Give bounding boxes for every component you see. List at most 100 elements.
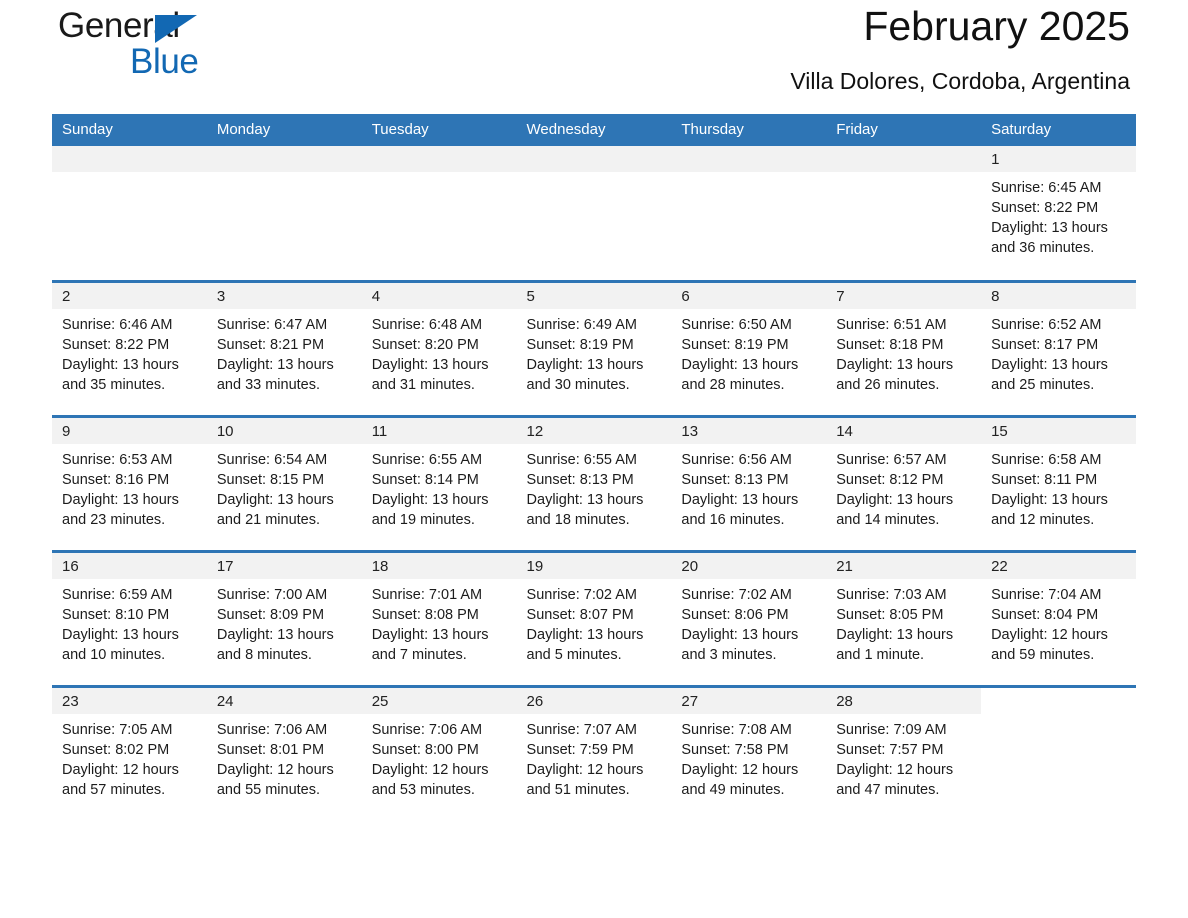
calendar-day-cell[interactable]: 18 Sunrise: 7:01 AM Sunset: 8:08 PM Dayl… xyxy=(361,549,517,686)
daylight-text-line2: and 1 minute. xyxy=(836,646,925,663)
page-subtitle: Villa Dolores, Cordoba, Argentina xyxy=(790,68,1130,94)
day-details: Sunrise: 6:53 AM Sunset: 8:16 PM Dayligh… xyxy=(52,444,207,530)
calendar-day-cell[interactable]: 14 Sunrise: 6:57 AM Sunset: 8:12 PM Dayl… xyxy=(826,414,982,551)
calendar-day-cell[interactable]: 13 Sunrise: 6:56 AM Sunset: 8:13 PM Dayl… xyxy=(671,414,827,551)
sunset-text: Sunset: 8:21 PM xyxy=(216,336,325,353)
calendar-day-cell[interactable]: 12 Sunrise: 6:55 AM Sunset: 8:13 PM Dayl… xyxy=(516,414,672,551)
day-number: 3 xyxy=(206,282,362,309)
calendar-day-cell[interactable]: 21 Sunrise: 7:03 AM Sunset: 8:05 PM Dayl… xyxy=(826,549,982,686)
brand-logo[interactable]: General Blue xyxy=(58,6,258,84)
day-number xyxy=(516,146,672,172)
calendar-day-cell[interactable] xyxy=(671,146,827,281)
day-cell-inner: 6 Sunrise: 6:50 AM Sunset: 8:19 PM Dayli… xyxy=(671,282,827,395)
calendar-header-row: Sunday Monday Tuesday Wednesday Thursday… xyxy=(52,114,1136,146)
day-cell-inner: 19 Sunrise: 7:02 AM Sunset: 8:07 PM Dayl… xyxy=(516,552,672,665)
day-number: 14 xyxy=(826,417,982,444)
calendar-day-cell[interactable]: 1 Sunrise: 6:45 AM Sunset: 8:22 PM Dayli… xyxy=(981,146,1136,281)
calendar-day-cell[interactable] xyxy=(826,146,982,281)
calendar-day-cell[interactable] xyxy=(361,146,517,281)
daylight-text-line1: Daylight: 13 hours xyxy=(836,491,954,508)
calendar-day-cell[interactable]: 27 Sunrise: 7:08 AM Sunset: 7:58 PM Dayl… xyxy=(671,684,827,806)
day-details: Sunrise: 6:55 AM Sunset: 8:13 PM Dayligh… xyxy=(517,444,672,530)
day-cell-inner: 5 Sunrise: 6:49 AM Sunset: 8:19 PM Dayli… xyxy=(516,282,672,395)
day-number: 19 xyxy=(516,552,672,579)
sunset-text: Sunset: 8:14 PM xyxy=(371,471,479,488)
sunrise-text: Sunrise: 7:00 AM xyxy=(216,586,328,603)
weekday-header-tuesday: Tuesday xyxy=(361,114,517,146)
daylight-text-line1: Daylight: 12 hours xyxy=(991,626,1108,643)
day-details: Sunrise: 6:56 AM Sunset: 8:13 PM Dayligh… xyxy=(671,444,826,530)
day-details xyxy=(207,172,362,178)
weekday-header-wednesday: Wednesday xyxy=(516,114,672,146)
sunrise-text: Sunrise: 6:50 AM xyxy=(681,316,792,333)
calendar-day-cell[interactable]: 9 Sunrise: 6:53 AM Sunset: 8:16 PM Dayli… xyxy=(52,414,207,551)
calendar-day-cell[interactable]: 2 Sunrise: 6:46 AM Sunset: 8:22 PM Dayli… xyxy=(52,279,207,416)
daylight-text-line1: Daylight: 13 hours xyxy=(62,491,179,508)
calendar-day-cell[interactable]: 5 Sunrise: 6:49 AM Sunset: 8:19 PM Dayli… xyxy=(516,279,672,416)
day-number: 25 xyxy=(361,687,517,714)
day-number: 27 xyxy=(671,687,827,714)
calendar-day-cell[interactable]: 17 Sunrise: 7:00 AM Sunset: 8:09 PM Dayl… xyxy=(206,549,362,686)
daylight-text-line2: and 55 minutes. xyxy=(216,781,321,798)
calendar-day-cell[interactable] xyxy=(516,146,672,281)
day-cell-inner: 25 Sunrise: 7:06 AM Sunset: 8:00 PM Dayl… xyxy=(361,687,517,800)
day-cell-inner: 17 Sunrise: 7:00 AM Sunset: 8:09 PM Dayl… xyxy=(206,552,362,665)
calendar-day-cell[interactable]: 28 Sunrise: 7:09 AM Sunset: 7:57 PM Dayl… xyxy=(826,684,982,806)
calendar-day-cell[interactable]: 26 Sunrise: 7:07 AM Sunset: 7:59 PM Dayl… xyxy=(516,684,672,806)
day-details xyxy=(517,172,672,178)
day-number: 21 xyxy=(826,552,982,579)
calendar-week-row: 16 Sunrise: 6:59 AM Sunset: 8:10 PM Dayl… xyxy=(52,549,1136,686)
day-number: 12 xyxy=(516,417,672,444)
page-masthead: General Blue February 2025 Villa Dolores… xyxy=(52,0,1136,108)
daylight-text-line2: and 5 minutes. xyxy=(526,646,622,663)
day-details: Sunrise: 7:06 AM Sunset: 8:00 PM Dayligh… xyxy=(362,714,517,800)
daylight-text-line1: Daylight: 13 hours xyxy=(836,626,954,643)
day-cell-inner: 8 Sunrise: 6:52 AM Sunset: 8:17 PM Dayli… xyxy=(981,282,1136,395)
calendar-day-cell[interactable]: 19 Sunrise: 7:02 AM Sunset: 8:07 PM Dayl… xyxy=(516,549,672,686)
calendar-day-cell[interactable] xyxy=(206,146,362,281)
weekday-header-thursday: Thursday xyxy=(671,114,827,146)
daylight-text-line2: and 47 minutes. xyxy=(836,781,940,798)
calendar-day-cell[interactable]: 15 Sunrise: 6:58 AM Sunset: 8:11 PM Dayl… xyxy=(981,414,1136,551)
calendar-day-cell[interactable]: 22 Sunrise: 7:04 AM Sunset: 8:04 PM Dayl… xyxy=(981,549,1136,686)
day-number: 10 xyxy=(206,417,362,444)
sunrise-text: Sunrise: 6:49 AM xyxy=(526,316,637,333)
calendar-day-cell[interactable]: 6 Sunrise: 6:50 AM Sunset: 8:19 PM Dayli… xyxy=(671,279,827,416)
calendar-day-cell[interactable]: 3 Sunrise: 6:47 AM Sunset: 8:21 PM Dayli… xyxy=(206,279,362,416)
calendar-day-cell[interactable]: 7 Sunrise: 6:51 AM Sunset: 8:18 PM Dayli… xyxy=(826,279,982,416)
day-number: 13 xyxy=(671,417,827,444)
day-number xyxy=(826,146,982,172)
calendar-day-cell[interactable]: 24 Sunrise: 7:06 AM Sunset: 8:01 PM Dayl… xyxy=(206,684,362,806)
calendar-day-cell[interactable]: 11 Sunrise: 6:55 AM Sunset: 8:14 PM Dayl… xyxy=(361,414,517,551)
day-number: 22 xyxy=(981,552,1136,579)
daylight-text-line2: and 12 minutes. xyxy=(991,511,1095,528)
calendar-day-cell[interactable]: 25 Sunrise: 7:06 AM Sunset: 8:00 PM Dayl… xyxy=(361,684,517,806)
day-cell-inner: 15 Sunrise: 6:58 AM Sunset: 8:11 PM Dayl… xyxy=(981,417,1136,530)
day-cell-inner xyxy=(361,146,517,178)
day-number: 23 xyxy=(52,687,207,714)
daylight-text-line1: Daylight: 12 hours xyxy=(371,761,489,778)
day-number: 18 xyxy=(361,552,517,579)
daylight-text-line2: and 30 minutes. xyxy=(526,376,630,393)
calendar-day-cell[interactable]: 23 Sunrise: 7:05 AM Sunset: 8:02 PM Dayl… xyxy=(52,684,207,806)
day-cell-inner: 20 Sunrise: 7:02 AM Sunset: 8:06 PM Dayl… xyxy=(671,552,827,665)
sunset-text: Sunset: 8:02 PM xyxy=(62,741,170,758)
calendar-day-cell[interactable]: 8 Sunrise: 6:52 AM Sunset: 8:17 PM Dayli… xyxy=(981,279,1136,416)
day-cell-inner: 1 Sunrise: 6:45 AM Sunset: 8:22 PM Dayli… xyxy=(981,146,1136,258)
calendar-day-cell[interactable]: 16 Sunrise: 6:59 AM Sunset: 8:10 PM Dayl… xyxy=(52,549,207,686)
daylight-text-line1: Daylight: 13 hours xyxy=(216,626,334,643)
calendar-day-cell[interactable]: 10 Sunrise: 6:54 AM Sunset: 8:15 PM Dayl… xyxy=(206,414,362,551)
day-cell-inner xyxy=(52,146,207,178)
calendar-day-cell[interactable]: 4 Sunrise: 6:48 AM Sunset: 8:20 PM Dayli… xyxy=(361,279,517,416)
sunrise-text: Sunrise: 6:57 AM xyxy=(836,451,947,468)
day-number: 9 xyxy=(52,417,207,444)
day-cell-inner: 2 Sunrise: 6:46 AM Sunset: 8:22 PM Dayli… xyxy=(52,282,207,395)
daylight-text-line1: Daylight: 13 hours xyxy=(371,356,489,373)
sunset-text: Sunset: 8:13 PM xyxy=(526,471,634,488)
calendar-day-cell[interactable] xyxy=(981,684,1136,806)
day-number: 4 xyxy=(361,282,517,309)
sunrise-text: Sunrise: 6:56 AM xyxy=(681,451,792,468)
sunset-text: Sunset: 7:59 PM xyxy=(526,741,634,758)
calendar-day-cell[interactable]: 20 Sunrise: 7:02 AM Sunset: 8:06 PM Dayl… xyxy=(671,549,827,686)
calendar-day-cell[interactable] xyxy=(52,146,207,281)
